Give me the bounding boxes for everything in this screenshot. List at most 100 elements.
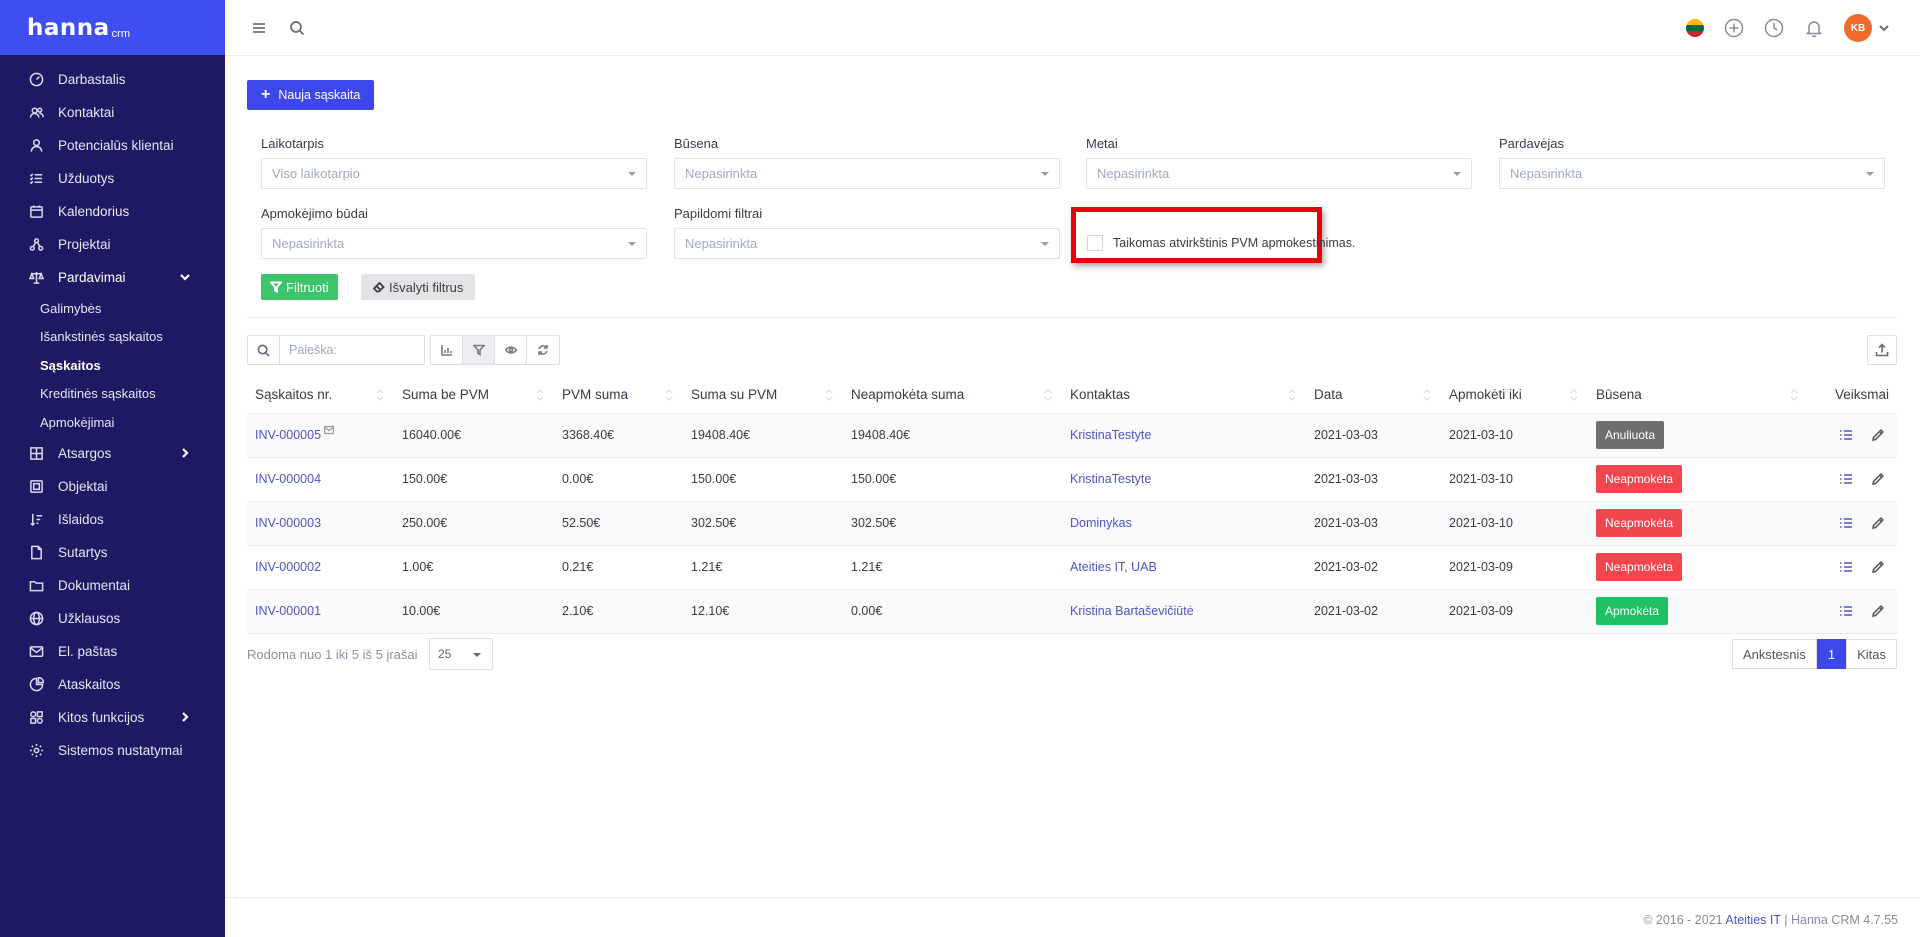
- contact-link[interactable]: Ateities IT, UAB: [1070, 560, 1157, 574]
- invoice-link[interactable]: INV-000001: [255, 604, 321, 618]
- list-details-icon[interactable]: [1839, 472, 1853, 486]
- filter-button[interactable]: Filtruoti: [261, 274, 338, 300]
- period-value: Viso laikotarpio: [272, 166, 360, 181]
- sidebar-item-lead[interactable]: Potencialūs klientai: [0, 129, 225, 162]
- clock-icon[interactable]: [1764, 18, 1784, 38]
- contact-link[interactable]: KristinaTestyte: [1070, 472, 1151, 486]
- sidebar-subitem[interactable]: Sąskaitos: [0, 351, 225, 380]
- column-header[interactable]: Veiksmai: [1808, 377, 1897, 414]
- brand-logo[interactable]: hanna crm: [0, 0, 225, 55]
- page-size-select[interactable]: 25: [429, 638, 493, 670]
- scale-icon: [28, 270, 44, 286]
- invoice-number-cell: INV-000001: [247, 589, 394, 634]
- sidebar-subitem[interactable]: Kreditinės sąskaitos: [0, 380, 225, 409]
- menu-icon[interactable]: [249, 18, 269, 38]
- sidebar-subitem[interactable]: Galimybės: [0, 294, 225, 323]
- clear-filters-button[interactable]: Išvalyti filtrus: [361, 274, 476, 300]
- export-button[interactable]: [1867, 335, 1897, 365]
- sidebar-item-users[interactable]: Kontaktai: [0, 96, 225, 129]
- filter-toggle-button[interactable]: [463, 336, 495, 364]
- sidebar-item-gear[interactable]: Sistemos nustatymai: [0, 734, 225, 767]
- extra-filters-select[interactable]: Nepasirinkta: [674, 228, 1060, 259]
- sidebar-item-calendar[interactable]: Kalendorius: [0, 195, 225, 228]
- actions-cell: [1808, 457, 1897, 502]
- bell-icon[interactable]: [1804, 18, 1824, 38]
- sidebar-item-label: El. paštas: [58, 643, 118, 659]
- edit-pencil-icon[interactable]: [1871, 428, 1885, 442]
- list-details-icon[interactable]: [1839, 604, 1853, 618]
- contact-link[interactable]: Kristina Bartaševičiūtė: [1070, 604, 1194, 618]
- sidebar-subitem[interactable]: Apmokėjimai: [0, 408, 225, 437]
- reverse-vat-checkbox[interactable]: [1087, 235, 1103, 251]
- status-badge: Apmokėta: [1596, 597, 1669, 625]
- sidebar-item-label: Atsargos: [58, 445, 112, 461]
- invoice-link[interactable]: INV-000005: [255, 428, 321, 442]
- objects-icon: [28, 478, 44, 494]
- copyright: © 2016 - 2021 Ateities IT | Hanna CRM 4.…: [1643, 913, 1898, 927]
- sidebar-item-folder[interactable]: Dokumentai: [0, 569, 225, 602]
- user-menu[interactable]: KB: [1844, 14, 1890, 42]
- list-details-icon[interactable]: [1839, 428, 1853, 442]
- column-header[interactable]: Data: [1306, 377, 1441, 414]
- actions-cell: [1808, 545, 1897, 590]
- sidebar-item-dashboard[interactable]: Darbastalis: [0, 63, 225, 96]
- prev-page-button[interactable]: Ankstesnis: [1731, 639, 1817, 669]
- table-search-input[interactable]: [280, 336, 424, 364]
- language-flag-icon[interactable]: [1686, 19, 1704, 37]
- column-header[interactable]: PVM suma: [554, 377, 683, 414]
- column-header[interactable]: Sąskaitos nr.: [247, 377, 394, 414]
- columns-visibility-button[interactable]: [495, 336, 527, 364]
- search-icon[interactable]: [287, 18, 307, 38]
- year-select[interactable]: Nepasirinkta: [1086, 158, 1472, 189]
- sidebar-item-report[interactable]: Ataskaitos: [0, 668, 225, 701]
- invoice-link[interactable]: INV-000004: [255, 472, 321, 486]
- sidebar-item-label: Išlaidos: [58, 511, 104, 527]
- sidebar-item-functions[interactable]: Kitos funkcijos: [0, 701, 225, 734]
- version-text: | Hanna CRM 4.7.55: [1784, 913, 1898, 927]
- sidebar-item-tasks[interactable]: Užduotys: [0, 162, 225, 195]
- invoice-link[interactable]: INV-000003: [255, 516, 321, 530]
- refresh-button[interactable]: [527, 336, 559, 364]
- sidebar-item-objects[interactable]: Objektai: [0, 470, 225, 503]
- column-header[interactable]: Suma su PVM: [683, 377, 843, 414]
- seller-select[interactable]: Nepasirinkta: [1499, 158, 1885, 189]
- chart-button[interactable]: [431, 336, 463, 364]
- payment-select[interactable]: Nepasirinkta: [261, 228, 647, 259]
- contact-link[interactable]: Dominykas: [1070, 516, 1132, 530]
- sidebar-item-contract[interactable]: Sutartys: [0, 536, 225, 569]
- column-header[interactable]: Kontaktas: [1062, 377, 1306, 414]
- sidebar-item-projects[interactable]: Projektai: [0, 228, 225, 261]
- new-invoice-button[interactable]: + Nauja sąskaita: [247, 80, 375, 110]
- edit-pencil-icon[interactable]: [1871, 560, 1885, 574]
- page-1-button[interactable]: 1: [1816, 639, 1847, 669]
- list-details-icon[interactable]: [1839, 560, 1853, 574]
- sort-icon: [536, 389, 544, 401]
- sort-icon: [1423, 389, 1431, 401]
- add-circle-icon[interactable]: [1724, 18, 1744, 38]
- column-header[interactable]: Apmokėti iki: [1441, 377, 1588, 414]
- edit-pencil-icon[interactable]: [1871, 472, 1885, 486]
- next-page-button[interactable]: Kitas: [1846, 639, 1897, 669]
- status-select[interactable]: Nepasirinkta: [674, 158, 1060, 189]
- column-header-label: Neapmokėta suma: [851, 387, 965, 403]
- column-header[interactable]: Neapmokėta suma: [843, 377, 1062, 414]
- list-details-icon[interactable]: [1839, 516, 1853, 530]
- period-select[interactable]: Viso laikotarpio: [261, 158, 647, 189]
- column-header[interactable]: Suma be PVM: [394, 377, 554, 414]
- invoice-link[interactable]: INV-000002: [255, 560, 321, 574]
- sidebar-item-mail[interactable]: El. paštas: [0, 635, 225, 668]
- sidebar-item-globe[interactable]: Užklausos: [0, 602, 225, 635]
- company-link[interactable]: Ateities IT: [1725, 913, 1780, 927]
- unpaid-amount-cell: 1.21€: [843, 545, 1062, 590]
- sidebar-item-stock[interactable]: Atsargos: [0, 437, 225, 470]
- sidebar-item-expenses[interactable]: Išlaidos: [0, 503, 225, 536]
- contact-cell: Kristina Bartaševičiūtė: [1062, 589, 1306, 634]
- contact-link[interactable]: KristinaTestyte: [1070, 428, 1151, 442]
- sidebar-subitem[interactable]: Išankstinės sąskaitos: [0, 323, 225, 352]
- edit-pencil-icon[interactable]: [1871, 604, 1885, 618]
- sidebar-item-scale[interactable]: Pardavimai: [0, 261, 225, 294]
- edit-pencil-icon[interactable]: [1871, 516, 1885, 530]
- column-header[interactable]: Būsena: [1588, 377, 1808, 414]
- unpaid-amount-cell: 302.50€: [843, 501, 1062, 546]
- brand-name: hanna: [27, 15, 110, 41]
